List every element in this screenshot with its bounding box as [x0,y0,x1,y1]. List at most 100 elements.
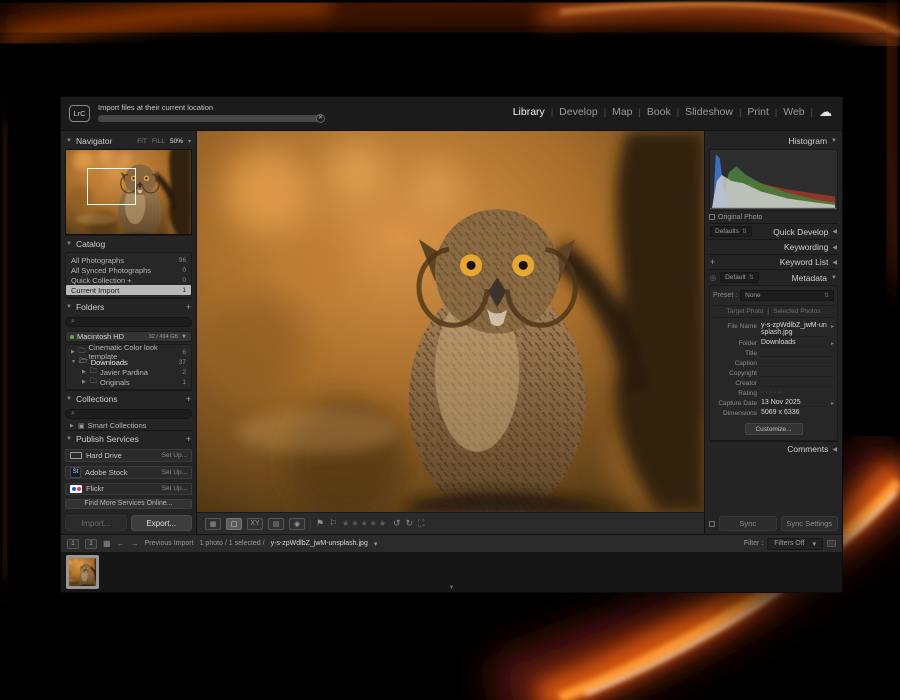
comments-header[interactable]: Comments ◀ [709,441,838,456]
keywording-header[interactable]: Keywording ◀ [709,239,838,254]
catalog-item-quick-collection[interactable]: Quick Collection + 0 [66,275,191,285]
survey-view-icon[interactable]: ▤ [268,518,284,530]
field-value[interactable]: 13 Nov 2025 [761,399,827,407]
quick-develop-header[interactable]: Defaults ⇅ Quick Develop ◀ [709,223,838,239]
filmstrip-filename[interactable]: y-s-zpWdlbZ_jwM-unsplash.jpg [271,540,368,547]
add-keyword-icon[interactable]: + [710,257,715,267]
sync-button[interactable]: Sync [719,516,777,531]
catalog-item-all-photographs[interactable]: All Photographs 96 [66,255,191,265]
expand-triangle-icon[interactable]: ▶ [70,423,75,429]
rotate-right-icon[interactable]: ↻ [406,518,414,529]
filter-preset-dropdown[interactable]: Filters Off ▾ [767,538,823,550]
module-develop[interactable]: Develop [559,106,598,118]
smart-collections-item[interactable]: ▶ ▣ Smart Collections [65,421,192,430]
flag-pick-icon[interactable]: ⚑ [316,518,324,529]
metadata-preset-dropdown[interactable]: Default ⇅ [720,272,759,283]
folders-header[interactable]: ▼ Folders + [65,298,192,315]
catalog-item-all-synced[interactable]: All Synced Photographs 0 [66,265,191,275]
folders-search-input[interactable] [78,319,186,326]
checkbox-icon[interactable] [709,214,715,220]
rating-dots[interactable]: · · · · · [761,389,834,397]
sync-settings-button[interactable]: Sync Settings [781,516,839,531]
publish-hard-drive[interactable]: Hard Drive Set Up... [65,449,192,461]
expand-triangle-icon[interactable]: ▶ [82,369,87,375]
collections-search-input[interactable] [78,411,186,418]
folder-item-javier-pardina[interactable]: ▶ 🗀 Javier Pardina 2 [66,367,191,377]
module-library[interactable]: Library [513,106,545,118]
keyword-list-header[interactable]: + Keyword List ◀ [709,254,838,269]
folder-item-originals[interactable]: ▶ 🗀 Originals 1 [66,377,191,387]
preset-none-dropdown[interactable]: None ⇅ [740,290,834,301]
navigator-preview[interactable] [65,149,192,235]
add-collection-icon[interactable]: + [186,394,191,404]
star-rating-control[interactable]: ★★★★★ [342,519,388,528]
catalog-header[interactable]: ▼ Catalog [65,235,192,252]
compare-view-icon[interactable]: XY [247,518,263,530]
customize-button[interactable]: Customize... [745,423,803,435]
expand-triangle-icon[interactable]: ▼ [71,359,76,365]
module-print[interactable]: Print [747,106,769,118]
people-view-icon[interactable]: ◉ [289,518,305,530]
filmstrip-thumbnail-selected[interactable] [66,555,99,589]
navigator-header[interactable]: ▼ Navigator FIT FILL 50% ▾ [65,133,192,149]
flag-reject-icon[interactable]: ⚐ [329,518,337,529]
grid-view-icon[interactable]: ▦ [205,518,221,530]
tab-selected-photos[interactable]: Selected Photos [773,308,820,315]
export-button[interactable]: Export... [131,515,193,531]
tab-target-photo[interactable]: Target Photo [727,308,764,315]
module-book[interactable]: Book [647,106,671,118]
back-arrow-icon[interactable]: ← [117,539,125,548]
pan-zoom-icon[interactable]: ⛶ [418,518,424,529]
setup-link[interactable]: Set Up... [162,469,187,476]
expand-triangle-icon[interactable]: ▶ [71,349,76,355]
publish-flickr[interactable]: Flickr Set Up... [65,483,192,495]
find-more-services-button[interactable]: Find More Services Online... [65,499,192,509]
collections-search[interactable]: ⌕ [65,409,192,419]
filter-toggle[interactable] [827,540,836,547]
catalog-item-current-import[interactable]: Current Import 1 [66,285,191,295]
cancel-import-icon[interactable]: ✕ [316,114,325,123]
filename-caret-icon[interactable]: ▾ [374,540,378,548]
volume-expand-icon[interactable]: ▼ [181,334,187,340]
loupe-photo[interactable] [197,131,704,512]
action-arrow-icon[interactable]: ▸ [831,339,834,347]
module-slideshow[interactable]: Slideshow [685,106,733,118]
field-value[interactable] [761,369,834,377]
zoom-fill-option[interactable]: FILL [152,138,165,145]
field-value[interactable] [761,379,834,387]
folder-item-cinematic[interactable]: ▶ 🗀 Cinematic Color look template 6 [66,347,191,357]
module-web[interactable]: Web [783,106,804,118]
zoom-level-option[interactable]: 50% [170,138,183,145]
publish-adobe-stock[interactable]: St Adobe Stock Set Up... [65,466,192,479]
field-value[interactable]: y-s-zpWdlbZ_jwM-unsplash.jpg [761,322,827,337]
original-photo-row[interactable]: Original Photo [709,211,838,223]
field-value[interactable] [761,349,834,357]
saved-preset-dropdown[interactable]: Defaults ⇅ [710,226,752,237]
volume-macintosh-hd[interactable]: Macintosh HD 32 / 494 GB ▼ [65,331,192,342]
metadata-header[interactable]: ◎ Default ⇅ Metadata ▼ [709,269,838,285]
rotate-left-icon[interactable]: ↺ [393,518,401,529]
module-map[interactable]: Map [612,106,632,118]
action-arrow-icon[interactable]: ▸ [831,399,834,407]
go-to-grid-icon[interactable]: ▦ [103,539,111,548]
cloud-sync-icon[interactable]: ☁ [819,107,832,117]
second-window-button[interactable]: 2 [85,539,97,549]
add-publish-service-icon[interactable]: + [186,434,191,444]
forward-arrow-icon[interactable]: → [131,539,139,548]
setup-link[interactable]: Set Up... [162,485,187,492]
zoom-dropdown-icon[interactable]: ▾ [188,138,191,145]
filmstrip-source[interactable]: Previous Import [145,540,194,547]
folders-search[interactable]: ⌕ [65,317,192,327]
setup-link[interactable]: Set Up... [162,452,187,459]
add-folder-icon[interactable]: + [186,302,191,312]
action-arrow-icon[interactable]: ▸ [831,322,834,330]
collections-header[interactable]: ▼ Collections + [65,390,192,407]
expand-triangle-icon[interactable]: ▶ [82,379,87,385]
publish-services-header[interactable]: ▼ Publish Services + [65,430,192,447]
sync-checkbox-icon[interactable] [709,521,715,527]
navigator-zoom-rect[interactable] [87,168,136,205]
field-value[interactable]: Downloads [761,339,827,347]
histogram-graph[interactable] [709,149,838,211]
histogram-header[interactable]: Histogram ▼ [709,133,838,149]
collapse-bottom-panel-arrow[interactable]: ▼ [449,585,455,591]
